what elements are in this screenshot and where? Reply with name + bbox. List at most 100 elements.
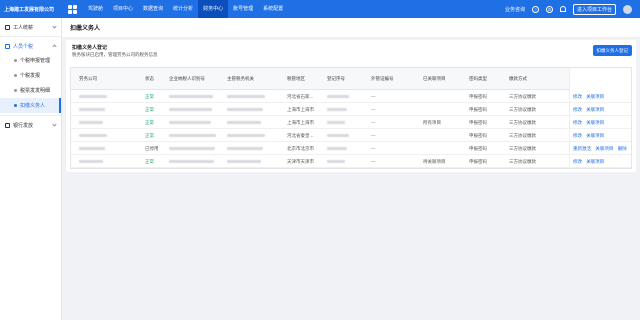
password-type-cell: 申报密码 bbox=[469, 107, 487, 112]
page-title: 扣缴义务人 bbox=[62, 18, 640, 38]
password-type-cell: 申报密码 bbox=[469, 120, 487, 125]
column-header: 外管证编号 bbox=[371, 76, 394, 81]
payment-method-cell: 三方协议缴款 bbox=[509, 133, 536, 138]
redacted-text bbox=[79, 108, 105, 111]
sidebar-item[interactable]: 个税申报管理 bbox=[0, 53, 61, 68]
sidebar-item-label: 个税申报管理 bbox=[20, 58, 51, 64]
column-header: 登记序号 bbox=[327, 76, 345, 81]
table-row: 正常 上海市上海市 --- 申报密码 三方协议缴款 修改 关联项目 bbox=[71, 103, 631, 116]
payment-method-cell: 三方协议缴款 bbox=[509, 94, 536, 99]
linked-projects-cell: 所有项目 bbox=[423, 120, 441, 125]
bank-icon bbox=[5, 122, 10, 128]
section-header: 扣缴义务人登记 税务核块已启用，管理劳务公司的税务信息 扣缴义务人登记 bbox=[66, 40, 636, 63]
redacted-text bbox=[227, 95, 265, 98]
row-action-link[interactable]: 删除 bbox=[618, 146, 627, 152]
password-type-cell: 申报密码 bbox=[469, 133, 487, 138]
status-badge: 正常 bbox=[145, 159, 154, 164]
sidebar: 工人统薪 人员个税 个税申报管理 个税发报税票发发明细扣缴义务人 银行发放 bbox=[0, 18, 62, 320]
chevron-down-icon bbox=[52, 24, 57, 29]
service-consult-link[interactable]: 业务咨询 bbox=[505, 6, 525, 13]
row-action-link[interactable]: 关联项目 bbox=[595, 146, 613, 152]
row-action-link[interactable]: 关联项目 bbox=[586, 159, 604, 165]
main-menu: 驾驶舱 项目中心 数据查询 统计分析 财务中心 账号管理 系统配置 bbox=[83, 0, 288, 18]
redacted-text bbox=[79, 147, 105, 150]
redacted-text bbox=[327, 160, 345, 163]
nav-item[interactable]: 项目中心 bbox=[108, 0, 138, 18]
tax-region-cell: 北京市北京市 bbox=[287, 146, 314, 151]
column-header: 状态 bbox=[145, 76, 154, 81]
sidebar-item[interactable]: 税票发发明细 bbox=[0, 83, 61, 98]
row-action-link[interactable]: 重新激活 bbox=[573, 146, 591, 152]
sidebar-group-tax[interactable]: 人员个税 bbox=[0, 39, 61, 53]
nav-item[interactable]: 账号管理 bbox=[228, 0, 258, 18]
help-icon[interactable]: ? bbox=[531, 5, 539, 13]
tax-region-cell: 上海市上海市 bbox=[287, 107, 314, 112]
table-row: 正常 上海市上海市 --- 所有项目 申报密码 三方协议缴款 修改 关联项目 bbox=[71, 116, 631, 129]
permit-number-cell: --- bbox=[371, 146, 376, 151]
column-header: 主管税务机关 bbox=[227, 76, 254, 81]
table-row: 正常 河北省石家... --- 申报密码 三方协议缴款 修改 关联项目 bbox=[71, 90, 631, 103]
row-action-link[interactable]: 修改 bbox=[573, 133, 582, 139]
row-action-link[interactable]: 修改 bbox=[573, 107, 582, 113]
top-right-actions: 业务咨询 ? ⚙ 进入项目工作台 bbox=[505, 0, 640, 18]
column-header: 缴款方式 bbox=[509, 76, 527, 81]
row-action-link[interactable]: 关联项目 bbox=[586, 120, 604, 126]
app-grid-icon[interactable] bbox=[68, 4, 77, 14]
redacted-text bbox=[327, 95, 349, 98]
bullet-icon bbox=[14, 104, 17, 107]
redacted-text bbox=[79, 121, 103, 124]
sidebar-group-workers[interactable]: 工人统薪 bbox=[0, 20, 61, 34]
table-row: 正常 河北省秦皇... --- 申报密码 三方协议缴款 修改 关联项目 bbox=[71, 129, 631, 142]
register-withholding-agent-button[interactable]: 扣缴义务人登记 bbox=[592, 45, 632, 56]
sidebar-group-bank[interactable]: 银行发放 bbox=[0, 118, 61, 132]
sidebar-item[interactable]: 扣缴义务人 bbox=[0, 98, 61, 113]
redacted-text bbox=[227, 134, 265, 137]
sidebar-item[interactable]: 个税发报 bbox=[0, 68, 61, 83]
enter-workbench-button[interactable]: 进入项目工作台 bbox=[572, 3, 616, 15]
sidebar-group-label: 银行发放 bbox=[13, 122, 34, 129]
nav-item[interactable]: 驾驶舱 bbox=[83, 0, 108, 18]
tax-region-cell: 天津市天津市 bbox=[287, 159, 314, 164]
withholding-agent-table: 劳务公司 状态 企业纳税人识别号 主管税务机关 税管地区 登记序号 外管证编号 已关联项目 密码… bbox=[70, 67, 632, 169]
sidebar-group-label: 人员个税 bbox=[13, 43, 34, 50]
row-action-link[interactable]: 关联项目 bbox=[586, 94, 604, 100]
redacted-text bbox=[327, 108, 347, 111]
settings-icon[interactable]: ⚙ bbox=[545, 5, 553, 13]
chevron-down-icon bbox=[52, 122, 57, 127]
tax-region-cell: 上海市上海市 bbox=[287, 120, 314, 125]
column-header: 劳务公司 bbox=[79, 76, 97, 81]
redacted-text bbox=[169, 134, 216, 137]
nav-item[interactable]: 统计分析 bbox=[168, 0, 198, 18]
user-tax-icon bbox=[5, 43, 10, 49]
status-badge: 正常 bbox=[145, 94, 154, 99]
column-header: 已关联项目 bbox=[423, 76, 446, 81]
row-action-link[interactable]: 修改 bbox=[573, 120, 582, 126]
payment-method-cell: 三方协议缴款 bbox=[509, 159, 536, 164]
status-badge: 已停用 bbox=[145, 146, 159, 151]
row-action-link[interactable]: 修改 bbox=[573, 94, 582, 100]
wallet-icon bbox=[5, 24, 10, 30]
payment-method-cell: 三方协议缴款 bbox=[509, 146, 536, 151]
nav-item[interactable]: 数据查询 bbox=[138, 0, 168, 18]
sidebar-item-label: 个税发报 bbox=[20, 73, 41, 79]
nav-item[interactable]: 财务中心 bbox=[198, 0, 229, 18]
bullet-icon bbox=[14, 89, 17, 92]
redacted-text bbox=[79, 134, 107, 137]
linked-projects-cell: 待关联项目 bbox=[423, 159, 446, 164]
bell-icon[interactable] bbox=[559, 6, 566, 12]
tax-region-cell: 河北省秦皇... bbox=[287, 133, 314, 138]
avatar[interactable] bbox=[623, 4, 632, 14]
nav-item[interactable]: 系统配置 bbox=[258, 0, 288, 18]
table-header: 劳务公司 状态 企业纳税人识别号 主管税务机关 税管地区 登记序号 外管证编号 已关联项目 密码… bbox=[71, 68, 631, 90]
row-action-link[interactable]: 关联项目 bbox=[586, 107, 604, 113]
row-action-link[interactable]: 关联项目 bbox=[586, 133, 604, 139]
permit-number-cell: --- bbox=[371, 94, 376, 99]
bullet-icon bbox=[14, 59, 17, 62]
section-subtitle: 税务核块已启用，管理劳务公司的税务信息 bbox=[72, 52, 158, 57]
sidebar-item-label: 税票发发明细 bbox=[20, 88, 51, 94]
redacted-text bbox=[169, 160, 214, 163]
password-type-cell: 申报密码 bbox=[469, 94, 487, 99]
row-action-link[interactable]: 修改 bbox=[573, 159, 582, 165]
redacted-text bbox=[79, 95, 107, 98]
redacted-text bbox=[169, 95, 213, 98]
